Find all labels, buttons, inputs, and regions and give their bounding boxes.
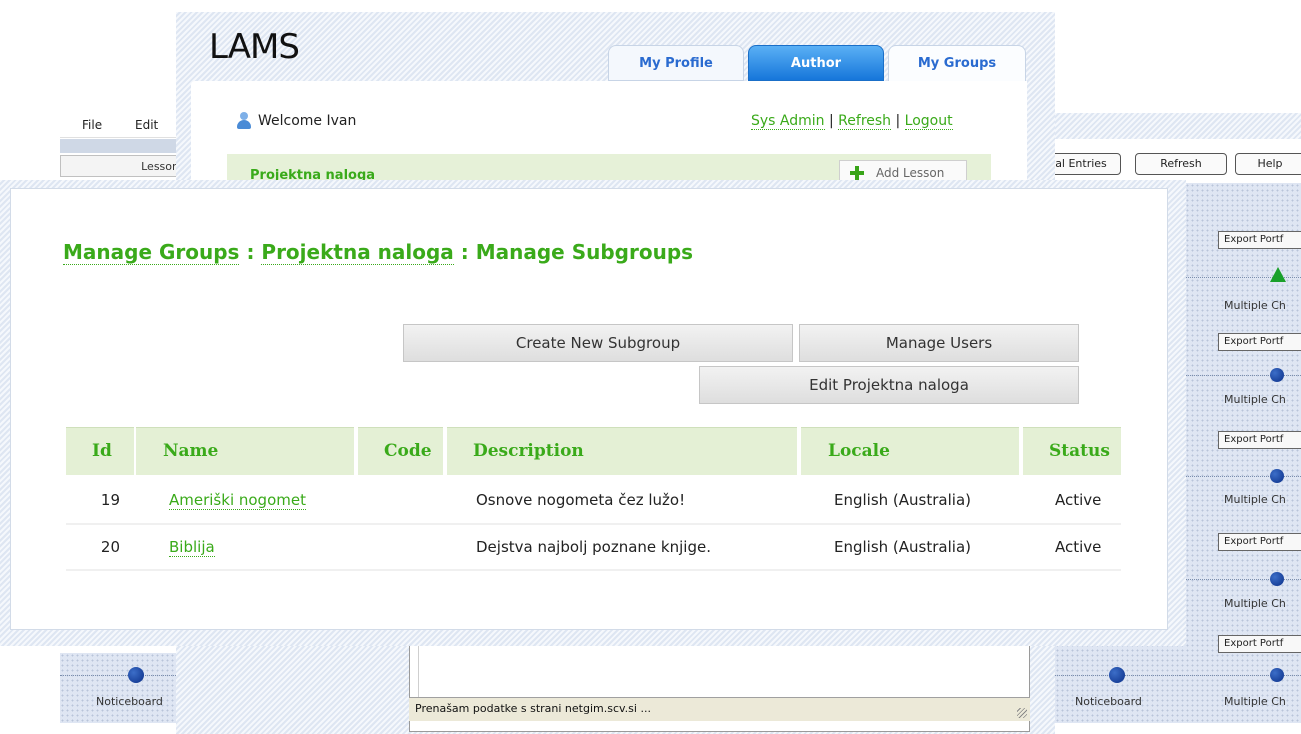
activity-block[interactable]: Multiple Ch Export Portf — [1180, 557, 1301, 653]
toolbar-strip — [60, 139, 190, 153]
breadcrumb-separator: : — [246, 240, 255, 264]
activity-circle-icon — [128, 667, 144, 683]
help-button[interactable]: Help — [1235, 153, 1301, 175]
activity-triangle-icon — [1270, 267, 1286, 282]
cell-code — [358, 527, 443, 567]
manage-users-button[interactable]: Manage Users — [799, 324, 1079, 362]
user-icon — [236, 112, 252, 130]
row-divider — [66, 523, 1121, 525]
logout-link[interactable]: Logout — [904, 113, 953, 130]
lams-logo: LAMS — [209, 27, 300, 67]
activity-label: Multiple Ch — [1224, 695, 1286, 708]
export-portfolio-button[interactable]: Export Portf — [1218, 333, 1301, 351]
menu-edit[interactable]: Edit — [135, 118, 158, 132]
dialog-content: Manage Groups : Projektna naloga : Manag… — [10, 188, 1168, 630]
header-links: Sys Admin | Refresh | Logout — [751, 113, 953, 130]
activity-label: Multiple Ch — [1224, 299, 1286, 312]
export-portfolio-button[interactable]: Export Portf — [1218, 431, 1301, 449]
group-link[interactable]: Biblija — [169, 538, 215, 557]
status-text: Prenašam podatke s strani netgim.scv.si … — [415, 702, 651, 715]
tab-lesson[interactable]: Lesson — [60, 155, 188, 177]
refresh-button[interactable]: Refresh — [1135, 153, 1227, 175]
activity-label: Multiple Ch — [1224, 393, 1286, 406]
column-header-code[interactable]: Code — [358, 427, 443, 475]
column-header-id[interactable]: Id — [66, 427, 134, 475]
menu-bar: File Edit — [60, 113, 190, 138]
cell-id: 20 — [100, 538, 120, 556]
cell-name: Ameriški nogomet — [169, 480, 306, 520]
create-subgroup-button[interactable]: Create New Subgroup — [403, 324, 793, 362]
edit-group-button[interactable]: Edit Projektna naloga — [699, 366, 1079, 404]
cell-id: 19 — [100, 491, 120, 509]
welcome-text: Welcome Ivan — [258, 113, 357, 129]
menu-file[interactable]: File — [82, 118, 102, 132]
column-header-status[interactable]: Status — [1023, 427, 1121, 475]
activity-label: Noticeboard — [96, 695, 163, 708]
cell-locale: English (Australia) — [834, 538, 971, 556]
breadcrumb: Manage Groups : Projektna naloga : Manag… — [63, 240, 694, 265]
cell-name: Biblija — [169, 527, 215, 567]
column-header-name[interactable]: Name — [136, 427, 354, 475]
window-header-strip — [1055, 113, 1301, 139]
column-header-locale[interactable]: Locale — [801, 427, 1019, 475]
activity-circle-icon — [1270, 572, 1284, 586]
export-portfolio-button[interactable]: Export Portf — [1218, 533, 1301, 551]
sys-admin-link[interactable]: Sys Admin — [751, 113, 825, 130]
activity-column: Export Portf Multiple Ch Export Portf Mu… — [1180, 183, 1301, 723]
multiple-choice-activity[interactable]: Multiple Ch — [1180, 653, 1301, 723]
activity-block[interactable]: Export Portf — [1180, 183, 1301, 249]
activity-label: Multiple Ch — [1224, 597, 1286, 610]
column-header-description[interactable]: Description — [447, 427, 797, 475]
export-portfolio-button[interactable]: Export Portf — [1218, 635, 1301, 653]
activity-circle-icon — [1270, 469, 1284, 483]
refresh-link[interactable]: Refresh — [838, 113, 892, 130]
tab-my-profile[interactable]: My Profile — [608, 45, 744, 81]
breadcrumb-group[interactable]: Projektna naloga — [261, 240, 454, 265]
activity-label: Multiple Ch — [1224, 493, 1286, 506]
activity-block[interactable]: Multiple Ch Export Portf — [1180, 453, 1301, 551]
group-link[interactable]: Ameriški nogomet — [169, 491, 306, 510]
activity-block[interactable]: Multiple Ch Export Portf — [1180, 353, 1301, 449]
noticeboard-activity[interactable]: Noticeboard — [60, 653, 190, 723]
status-bar: Prenašam podatke s strani netgim.scv.si … — [409, 697, 1030, 721]
activity-label: Noticeboard — [1075, 695, 1142, 708]
manage-subgroups-dialog: Manage Groups : Projektna naloga : Manag… — [0, 180, 1186, 646]
cell-locale: English (Australia) — [834, 491, 971, 509]
activity-circle-icon — [1109, 667, 1125, 683]
activity-circle-icon — [1270, 368, 1284, 382]
plus-icon — [850, 166, 864, 180]
cell-status: Active — [1055, 538, 1102, 556]
resize-grip-icon[interactable] — [1017, 708, 1027, 718]
row-divider — [66, 569, 1121, 571]
breadcrumb-manage-groups[interactable]: Manage Groups — [63, 240, 240, 265]
add-lesson-label: Add Lesson — [876, 166, 945, 180]
cell-description: Dejstva najbolj poznane knjige. — [476, 538, 711, 556]
tab-author[interactable]: Author — [748, 45, 884, 81]
noticeboard-activity[interactable]: Noticeboard — [1055, 653, 1180, 723]
activity-circle-icon — [1270, 668, 1284, 682]
tab-my-groups[interactable]: My Groups — [888, 45, 1026, 81]
activity-block[interactable]: Multiple Ch Export Portf — [1180, 259, 1301, 351]
cell-code — [358, 480, 443, 520]
breadcrumb-separator: : — [460, 240, 469, 264]
cell-description: Osnove nogometa čez lužo! — [476, 491, 686, 509]
export-portfolio-button[interactable]: Export Portf — [1218, 231, 1301, 249]
breadcrumb-current: Manage Subgroups — [475, 240, 694, 264]
cell-status: Active — [1055, 491, 1102, 509]
